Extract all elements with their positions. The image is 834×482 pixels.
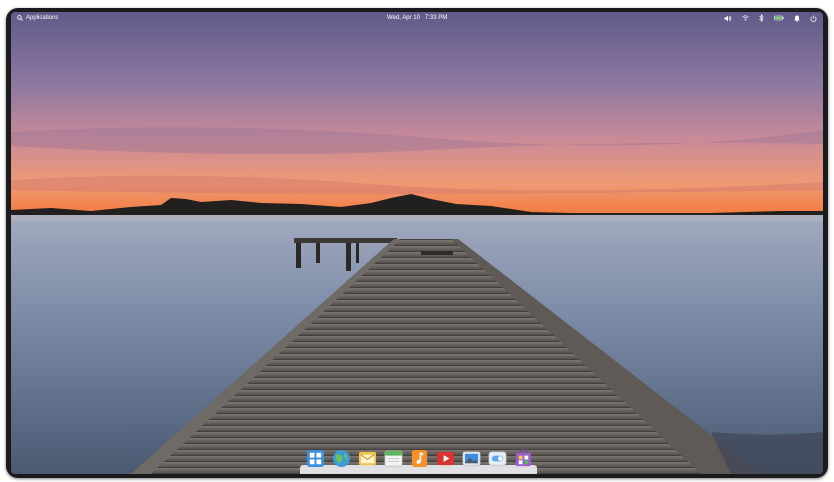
session-indicator[interactable] bbox=[810, 12, 817, 24]
dock-item-multitasking-view[interactable] bbox=[306, 448, 325, 468]
notifications-indicator[interactable] bbox=[794, 12, 800, 24]
date-label: Wed, Apr 10 bbox=[387, 15, 420, 21]
dock-item-web-browser[interactable] bbox=[332, 448, 351, 468]
network-indicator[interactable] bbox=[742, 12, 749, 24]
dock-item-videos[interactable] bbox=[436, 448, 455, 468]
system-indicators bbox=[724, 12, 817, 24]
dock bbox=[300, 446, 537, 474]
volume-icon bbox=[724, 15, 732, 21]
time-label: 7:33 PM bbox=[424, 15, 448, 21]
applications-label: Applications bbox=[26, 15, 59, 21]
bluetooth-icon bbox=[759, 14, 764, 22]
mail-icon bbox=[358, 451, 377, 465]
wifi-icon bbox=[742, 15, 749, 21]
dock-items bbox=[306, 448, 533, 468]
dock-item-calendar[interactable] bbox=[384, 448, 403, 468]
bluetooth-indicator[interactable] bbox=[759, 12, 764, 24]
dock-item-mail[interactable] bbox=[358, 448, 377, 468]
calendar-icon bbox=[384, 450, 403, 466]
dock-item-music[interactable] bbox=[410, 448, 429, 468]
videos-icon bbox=[436, 451, 455, 465]
battery-icon bbox=[774, 15, 784, 21]
appcenter-icon bbox=[515, 448, 532, 466]
date-time-indicator[interactable]: Wed, Apr 10 7:33 PM bbox=[387, 12, 447, 24]
multitasking-view-icon bbox=[306, 449, 325, 467]
notifications-bell-icon bbox=[794, 15, 800, 22]
photos-icon bbox=[462, 450, 481, 466]
desktop: Applications Wed, Apr 10 7:33 PM bbox=[11, 12, 823, 474]
power-battery-indicator[interactable] bbox=[774, 12, 784, 24]
dock-item-system-settings[interactable] bbox=[488, 448, 507, 468]
dock-item-appcenter[interactable] bbox=[514, 448, 533, 468]
dock-item-photos[interactable] bbox=[462, 448, 481, 468]
top-panel: Applications Wed, Apr 10 7:33 PM bbox=[11, 12, 823, 24]
music-icon bbox=[411, 449, 428, 467]
search-icon bbox=[17, 15, 23, 21]
settings-toggle-icon bbox=[488, 450, 507, 466]
applications-menu-button[interactable]: Applications bbox=[17, 12, 58, 24]
volume-indicator[interactable] bbox=[724, 12, 732, 24]
web-browser-icon bbox=[332, 449, 351, 467]
power-icon bbox=[810, 15, 817, 22]
wallpaper-pier-sunset bbox=[11, 12, 823, 474]
